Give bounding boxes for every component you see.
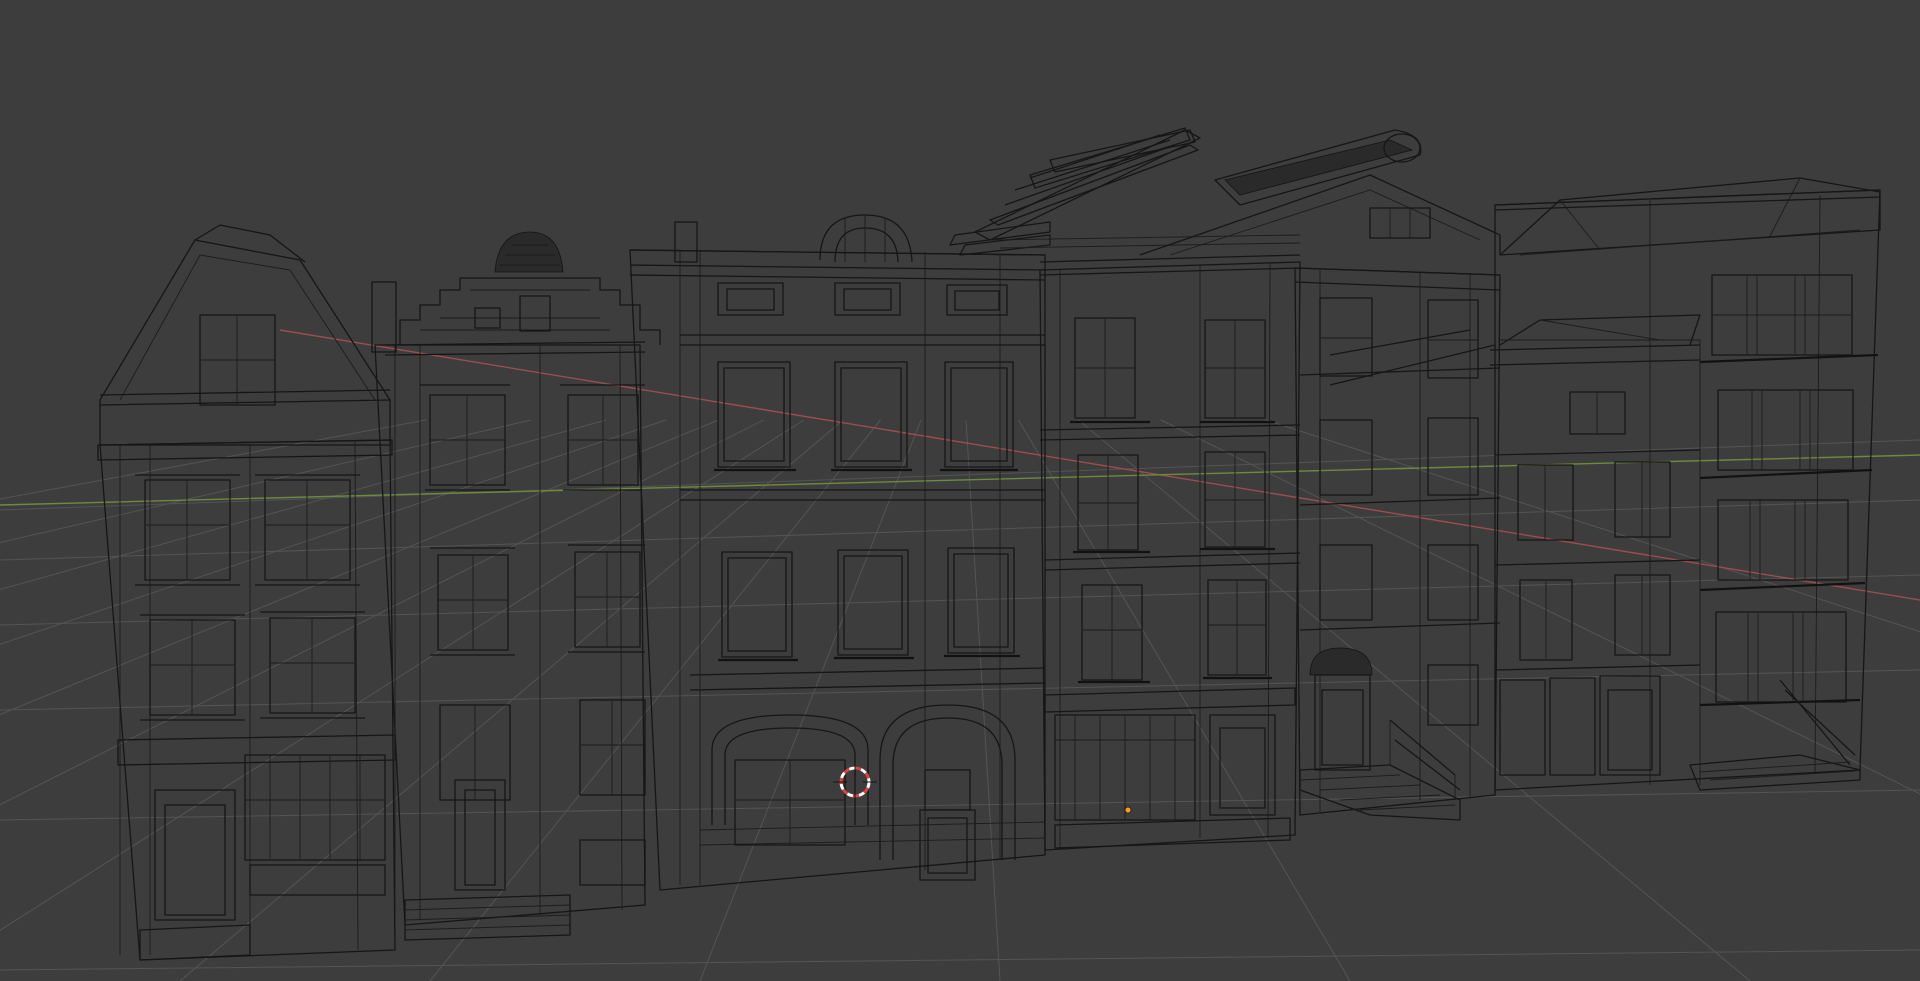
building-5-wireframe[interactable] [1139,174,1501,821]
grid-line [699,419,922,981]
grid-line [1018,419,1351,981]
building-2-wireframe[interactable] [371,231,661,941]
building-3-wireframe[interactable] [629,214,1051,891]
grid-line [0,949,1920,971]
grid-line [1160,419,1920,795]
object-origin-icon[interactable] [1124,806,1132,814]
grid-line [0,419,805,931]
grid-line [0,789,1920,821]
dome-dense-wire [494,231,564,273]
door-awning-dense-wire [1309,647,1373,676]
building-1-wireframe[interactable] [97,224,396,961]
3d-viewport[interactable] [0,0,1920,981]
viewport-canvas[interactable] [0,0,1920,981]
grid-line [0,419,764,806]
grid-line [965,419,1001,981]
grid-line [1078,419,1751,981]
grid-line [0,419,667,645]
x-axis-line [279,329,1920,601]
building-6-wireframe[interactable] [1489,177,1881,791]
